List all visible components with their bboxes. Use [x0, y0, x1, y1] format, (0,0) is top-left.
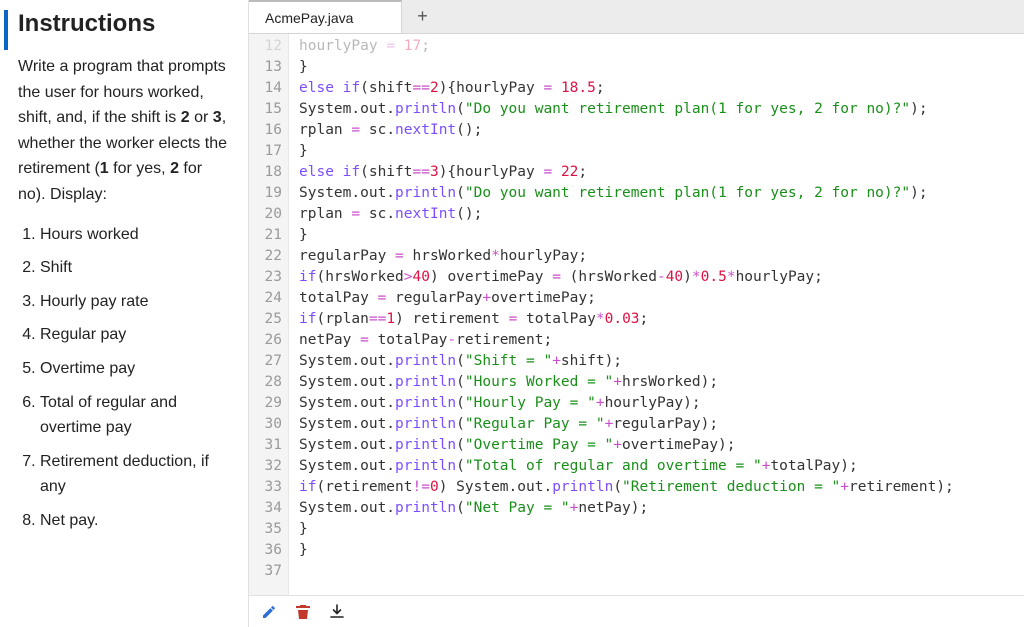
- line-number: 12: [249, 36, 282, 57]
- code-line[interactable]: if(retirement!=0) System.out.println("Re…: [299, 477, 1014, 498]
- tab-acmepay[interactable]: AcmePay.java: [249, 0, 402, 33]
- line-number: 22: [249, 246, 282, 267]
- line-number: 17: [249, 141, 282, 162]
- code-line[interactable]: System.out.println("Net Pay = "+netPay);: [299, 498, 1014, 519]
- trash-icon[interactable]: [295, 604, 311, 620]
- code-line[interactable]: else if(shift==2){hourlyPay = 18.5;: [299, 78, 1014, 99]
- instructions-list: Hours worked Shift Hourly pay rate Regular …: [40, 222, 230, 534]
- line-number: 23: [249, 267, 282, 288]
- download-icon[interactable]: [329, 604, 345, 620]
- code-line[interactable]: netPay = totalPay-retirement;: [299, 330, 1014, 351]
- line-number: 35: [249, 519, 282, 540]
- line-number: 19: [249, 183, 282, 204]
- instructions-list-item: Hourly pay rate: [40, 289, 230, 315]
- line-number: 24: [249, 288, 282, 309]
- code-line[interactable]: System.out.println("Do you want retireme…: [299, 183, 1014, 204]
- code-line[interactable]: System.out.println("Hours Worked = "+hrs…: [299, 372, 1014, 393]
- line-number: 18: [249, 162, 282, 183]
- code-line[interactable]: }: [299, 57, 1014, 78]
- instructions-list-item: Overtime pay: [40, 356, 230, 382]
- tab-add-button[interactable]: +: [402, 0, 442, 33]
- line-number: 29: [249, 393, 282, 414]
- line-number: 37: [249, 561, 282, 582]
- line-number: 30: [249, 414, 282, 435]
- code-line[interactable]: regularPay = hrsWorked*hourlyPay;: [299, 246, 1014, 267]
- plus-icon: +: [417, 6, 428, 27]
- code-line[interactable]: System.out.println("Overtime Pay = "+ove…: [299, 435, 1014, 456]
- line-number: 21: [249, 225, 282, 246]
- line-number: 15: [249, 99, 282, 120]
- instructions-list-item: Retirement deduction, if any: [40, 449, 230, 500]
- code-line[interactable]: if(hrsWorked>40) overtimePay = (hrsWorke…: [299, 267, 1014, 288]
- tab-label: AcmePay.java: [265, 10, 353, 26]
- code-line[interactable]: System.out.println("Shift = "+shift);: [299, 351, 1014, 372]
- editor-panel: AcmePay.java + 1213141516171819202122232…: [248, 0, 1024, 627]
- line-number: 31: [249, 435, 282, 456]
- tab-bar: AcmePay.java +: [249, 0, 1024, 34]
- editor-toolbar: [249, 595, 1024, 627]
- instructions-panel: Instructions Write a program that prompt…: [0, 0, 248, 627]
- code-line[interactable]: [299, 561, 1014, 582]
- line-number: 26: [249, 330, 282, 351]
- code-line[interactable]: totalPay = regularPay+overtimePay;: [299, 288, 1014, 309]
- line-number: 13: [249, 57, 282, 78]
- instructions-list-item: Net pay.: [40, 508, 230, 534]
- line-number: 28: [249, 372, 282, 393]
- instructions-list-item: Regular pay: [40, 322, 230, 348]
- line-number: 25: [249, 309, 282, 330]
- line-number: 32: [249, 456, 282, 477]
- line-gutter: 1213141516171819202122232425262728293031…: [249, 34, 289, 595]
- instructions-list-item: Hours worked: [40, 222, 230, 248]
- instructions-body: Write a program that prompts the user fo…: [18, 54, 230, 534]
- line-number: 14: [249, 78, 282, 99]
- line-number: 33: [249, 477, 282, 498]
- line-number: 27: [249, 351, 282, 372]
- code-line[interactable]: }: [299, 519, 1014, 540]
- code-line[interactable]: if(rplan==1) retirement = totalPay*0.03;: [299, 309, 1014, 330]
- pencil-icon[interactable]: [261, 604, 277, 620]
- code-line[interactable]: rplan = sc.nextInt();: [299, 204, 1014, 225]
- code-area[interactable]: hourlyPay = 17;}else if(shift==2){hourly…: [289, 34, 1024, 595]
- instructions-list-item: Total of regular and overtime pay: [40, 390, 230, 441]
- instructions-list-item: Shift: [40, 255, 230, 281]
- code-line[interactable]: }: [299, 540, 1014, 561]
- code-line[interactable]: System.out.println("Do you want retireme…: [299, 99, 1014, 120]
- code-line[interactable]: hourlyPay = 17;: [299, 36, 1014, 57]
- instructions-intro: Write a program that prompts the user fo…: [18, 54, 230, 208]
- code-editor[interactable]: 1213141516171819202122232425262728293031…: [249, 34, 1024, 595]
- line-number: 36: [249, 540, 282, 561]
- code-line[interactable]: rplan = sc.nextInt();: [299, 120, 1014, 141]
- code-line[interactable]: System.out.println("Hourly Pay = "+hourl…: [299, 393, 1014, 414]
- line-number: 16: [249, 120, 282, 141]
- code-line[interactable]: }: [299, 141, 1014, 162]
- code-line[interactable]: System.out.println("Total of regular and…: [299, 456, 1014, 477]
- line-number: 34: [249, 498, 282, 519]
- line-number: 20: [249, 204, 282, 225]
- code-line[interactable]: else if(shift==3){hourlyPay = 22;: [299, 162, 1014, 183]
- code-line[interactable]: }: [299, 225, 1014, 246]
- app-root: Instructions Write a program that prompt…: [0, 0, 1024, 627]
- code-line[interactable]: System.out.println("Regular Pay = "+regu…: [299, 414, 1014, 435]
- instructions-heading: Instructions: [4, 10, 230, 50]
